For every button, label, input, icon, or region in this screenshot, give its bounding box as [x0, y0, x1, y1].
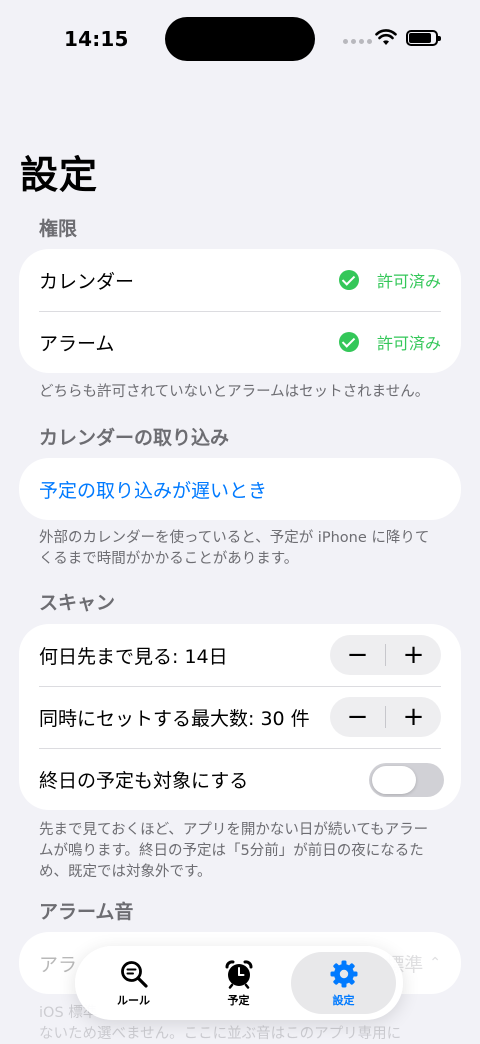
chevron-up-down-icon: ⌃: [429, 955, 441, 971]
tab-schedule[interactable]: 予定: [186, 952, 291, 1014]
permission-label: アラーム: [39, 332, 115, 355]
tab-label: ルール: [117, 993, 150, 1007]
status-bar: 14:15: [0, 0, 480, 80]
all-day-label: 終日の予定も対象にする: [39, 769, 249, 792]
days-ahead-row: 何日先まで見る: 14日 − +: [19, 624, 461, 686]
permission-status-text: 許可済み: [376, 334, 441, 353]
tab-settings[interactable]: 設定: [291, 952, 396, 1014]
page-title: 設定: [20, 153, 99, 197]
alarm-sound-label: アラ: [39, 953, 78, 976]
tab-label: 予定: [227, 993, 250, 1007]
increment-button[interactable]: +: [386, 635, 441, 675]
slow-import-help-link[interactable]: 予定の取り込みが遅いとき: [19, 458, 461, 520]
alarm-clock-icon: [225, 959, 252, 989]
dynamic-island: [165, 17, 315, 61]
section-header-alarm-sound: アラーム音: [39, 901, 134, 923]
alarm-sound-footnote-line-2: ないため選べません。ここに並ぶ音はこのアプリ専用に: [39, 1026, 402, 1042]
permissions-footnote: どちらも許可されていないとアラームはセットされません。: [39, 384, 430, 400]
scan-card: 何日先まで見る: 14日 − + 同時にセットする最大数: 30 件 − + 終…: [19, 624, 461, 810]
calendar-import-footnote: 外部のカレンダーを使っていると、予定が iPhone に降りてくるまで時間がかか…: [39, 530, 430, 567]
tab-rules[interactable]: ルール: [81, 952, 186, 1014]
permission-status-text: 許可済み: [376, 272, 441, 291]
increment-button[interactable]: +: [386, 697, 441, 737]
checkmark-circle-icon: [338, 332, 359, 352]
section-header-calendar-import: カレンダーの取り込み: [39, 427, 230, 449]
decrement-button[interactable]: −: [330, 697, 385, 737]
status-time: 14:15: [64, 27, 129, 51]
days-ahead-stepper[interactable]: − +: [330, 635, 441, 675]
battery-icon: [406, 30, 441, 46]
gear-icon: [330, 960, 357, 987]
max-simultaneous-row: 同時にセットする最大数: 30 件 − +: [19, 686, 461, 748]
permission-status: 許可済み: [338, 249, 441, 311]
toggle-knob: [372, 766, 416, 794]
scan-footnote: 先まで見ておくほど、アプリを開かない日が続いてもアラームが鳴ります。終日の予定は…: [39, 822, 429, 880]
permission-row-alarm[interactable]: アラーム 許可済み: [19, 311, 461, 373]
max-simultaneous-stepper[interactable]: − +: [330, 697, 441, 737]
permissions-card: カレンダー 許可済み アラーム 許可済み: [19, 249, 461, 373]
wifi-icon: [375, 29, 397, 45]
permission-status: 許可済み: [338, 311, 441, 373]
tab-bar: ルール 予定 設定: [75, 946, 403, 1020]
slow-import-link-label: 予定の取り込みが遅いとき: [39, 479, 268, 502]
checkmark-circle-icon: [338, 270, 359, 290]
max-simultaneous-label: 同時にセットする最大数: 30 件: [39, 707, 310, 730]
decrement-button[interactable]: −: [330, 635, 385, 675]
all-day-toggle[interactable]: [369, 763, 444, 797]
section-header-scan: スキャン: [39, 592, 116, 614]
permission-label: カレンダー: [39, 270, 135, 293]
all-day-row: 終日の予定も対象にする: [19, 748, 461, 810]
days-ahead-label: 何日先まで見る: 14日: [39, 645, 228, 668]
tab-label: 設定: [332, 993, 355, 1007]
section-header-permissions: 権限: [39, 218, 78, 240]
calendar-import-card: 予定の取り込みが遅いとき: [19, 458, 461, 520]
permission-row-calendar[interactable]: カレンダー 許可済み: [19, 249, 461, 311]
cellular-signal-icon: [343, 39, 372, 44]
search-list-icon: [120, 960, 148, 988]
